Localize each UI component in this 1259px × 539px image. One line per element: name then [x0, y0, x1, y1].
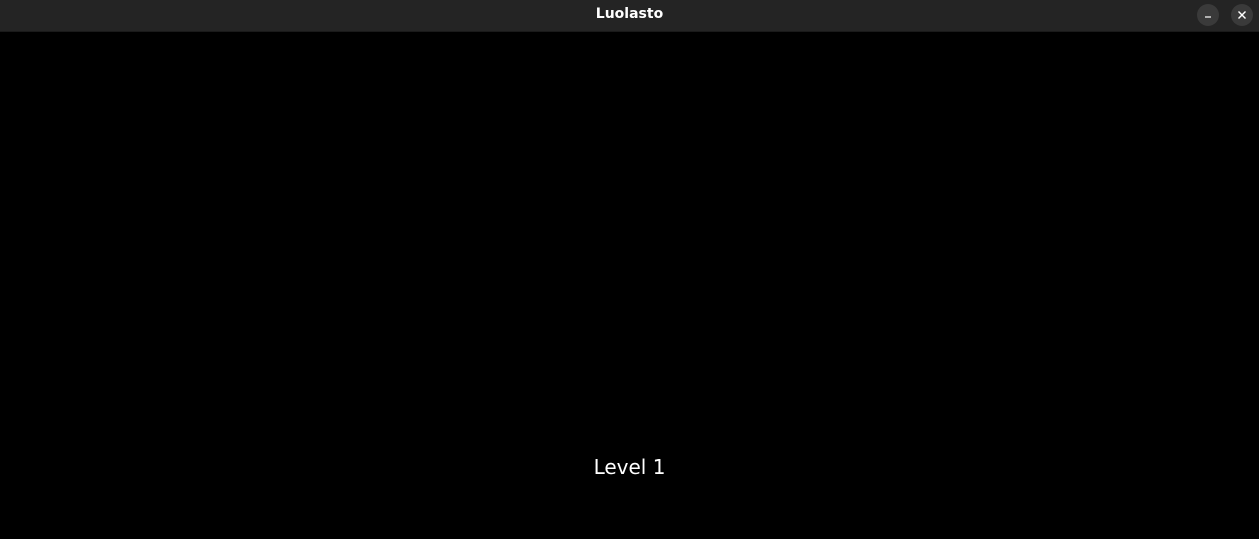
level-label: Level 1 [593, 455, 666, 479]
minimize-icon [1203, 10, 1213, 20]
titlebar[interactable]: Luolasto [0, 0, 1259, 32]
close-icon [1237, 10, 1247, 20]
close-button[interactable] [1231, 4, 1253, 26]
window-title: Luolasto [595, 6, 664, 22]
game-canvas[interactable]: Level 1 [0, 32, 1259, 539]
app-window: Luolasto Level 1 [0, 0, 1259, 539]
minimize-button[interactable] [1197, 4, 1219, 26]
